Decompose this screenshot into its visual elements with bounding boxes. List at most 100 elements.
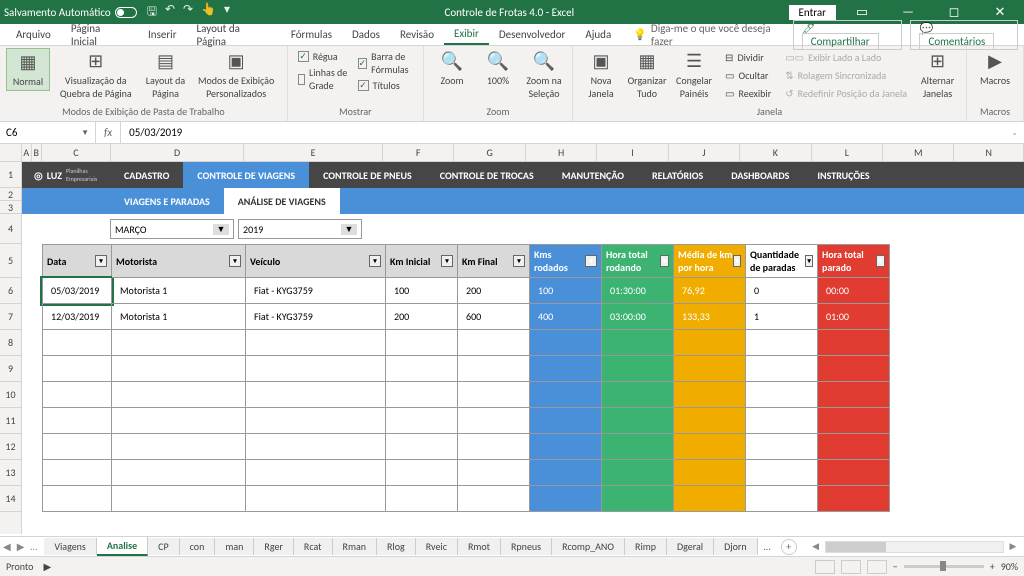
row-6[interactable]: 6 (0, 278, 21, 304)
row-9[interactable]: 9 (0, 356, 21, 382)
zoom-in-button[interactable]: + (990, 560, 995, 573)
col-L[interactable]: L (812, 144, 883, 161)
col-F[interactable]: F (383, 144, 454, 161)
zoom-selection-button[interactable]: 🔍Zoom na Seleção (522, 48, 566, 102)
cell-empty[interactable] (42, 460, 112, 486)
zoom-slider[interactable] (904, 565, 984, 568)
sheet-nav-prev[interactable]: ◀ (0, 540, 14, 553)
hdr-veiculo[interactable]: Veículo▾ (246, 244, 386, 278)
sheet-nav-next[interactable]: ▶ (14, 540, 28, 553)
nav-manutencao[interactable]: MANUTENÇÃO (548, 162, 638, 188)
redo-icon[interactable]: ↷ (183, 2, 193, 23)
cell-mot-1[interactable]: Motorista 1 (112, 304, 246, 330)
horizontal-scrollbar[interactable]: ◀▶ (805, 541, 1024, 553)
cell-med-0[interactable]: 76,92 (674, 278, 746, 304)
sheet-rmot[interactable]: Rmot (458, 538, 501, 555)
unhide-button[interactable]: ▭ Reexibir (723, 86, 773, 101)
row-7[interactable]: 7 (0, 304, 21, 330)
cell-empty[interactable] (42, 408, 112, 434)
tab-arquivo[interactable]: Arquivo (6, 25, 61, 44)
row-13[interactable]: 13 (0, 460, 21, 486)
cell-kms-1[interactable]: 400 (530, 304, 602, 330)
sheet-rveic[interactable]: Rveic (416, 538, 458, 555)
pagebreak-btn[interactable] (867, 560, 887, 574)
sheet-rimp[interactable]: Rimp (625, 538, 667, 555)
sheet-rcat[interactable]: Rcat (294, 538, 333, 555)
cell-kmf-0[interactable]: 200 (458, 278, 530, 304)
split-button[interactable]: ⊟ Dividir (723, 50, 773, 65)
fx-button[interactable]: fx (96, 122, 121, 143)
cell-empty[interactable] (42, 330, 112, 356)
col-I[interactable]: I (597, 144, 668, 161)
name-box[interactable]: C6▼ (0, 122, 96, 143)
arrange-all-button[interactable]: ▦Organizar Tudo (625, 48, 669, 102)
sheet-rlog[interactable]: Rlog (377, 538, 416, 555)
row-1[interactable]: 1 (0, 162, 21, 188)
sheet-analise[interactable]: Analise (97, 537, 148, 556)
col-K[interactable]: K (740, 144, 811, 161)
cell-empty[interactable] (42, 356, 112, 382)
tab-desenvolvedor[interactable]: Desenvolvedor (489, 25, 576, 44)
sheet-con[interactable]: con (180, 538, 216, 555)
col-J[interactable]: J (669, 144, 740, 161)
cell-vei-1[interactable]: Fiat - KYG3759 (246, 304, 386, 330)
hdr-data[interactable]: Data▾ (42, 244, 112, 278)
col-D[interactable]: D (111, 144, 244, 161)
hdr-qtd-paradas[interactable]: Quantidade de paradas▾ (746, 244, 818, 278)
signin-button[interactable]: Entrar (789, 5, 836, 20)
pagelayout-view-button[interactable]: ▤Layout da Página (141, 48, 189, 102)
sheet-rger[interactable]: Rger (254, 538, 294, 555)
nav-controle-pneus[interactable]: CONTROLE DE PNEUS (309, 162, 426, 188)
year-filter[interactable]: 2019▼ (238, 219, 362, 239)
row-14[interactable]: 14 (0, 486, 21, 512)
minimize-icon[interactable]: — (888, 5, 928, 20)
subnav-analise-viagens[interactable]: ANÁLISE DE VIAGENS (224, 188, 340, 214)
touch-mode-icon[interactable]: 👆 (201, 2, 216, 23)
tab-formulas[interactable]: Fórmulas (281, 25, 342, 44)
ruler-checkbox[interactable]: ✓Régua (298, 50, 348, 63)
nav-instrucoes[interactable]: INSTRUÇÕES (803, 162, 883, 188)
hdr-km-final[interactable]: Km Final▾ (458, 244, 530, 278)
normal-view-btn[interactable] (815, 560, 835, 574)
cell-data-0[interactable]: 05/03/2019 (42, 278, 112, 304)
tab-ajuda[interactable]: Ajuda (575, 25, 621, 44)
row-5[interactable]: 5 (0, 244, 21, 278)
hdr-kms-rodados[interactable]: Kms rodados▾ (530, 244, 602, 278)
cell-hr-1[interactable]: 03:00:00 (602, 304, 674, 330)
month-filter[interactable]: MARÇO▼ (110, 219, 234, 239)
custom-views-button[interactable]: ▣Modos de Exibição Personalizados (192, 48, 281, 102)
autosave-toggle[interactable]: Salvamento Automático (4, 6, 137, 19)
undo-icon[interactable]: ↶ (165, 2, 175, 23)
tab-inserir[interactable]: Inserir (138, 25, 187, 44)
col-M[interactable]: M (883, 144, 954, 161)
sheet-rcomp-ano[interactable]: Rcomp_ANO (552, 538, 625, 555)
nav-controle-viagens[interactable]: CONTROLE DE VIAGENS (183, 162, 309, 188)
hdr-hora-rodando[interactable]: Hora total rodando▾ (602, 244, 674, 278)
col-H[interactable]: H (526, 144, 597, 161)
sheet-viagens[interactable]: Viagens (44, 538, 97, 555)
hdr-hora-parado[interactable]: Hora total parado▾ (818, 244, 890, 278)
hide-button[interactable]: ▭ Ocultar (723, 68, 773, 83)
cell-kmi-1[interactable]: 200 (386, 304, 458, 330)
select-all-corner[interactable] (0, 144, 22, 161)
cell-empty[interactable] (42, 382, 112, 408)
switch-windows-button[interactable]: ⊞Alternar Janelas (915, 48, 960, 102)
sheet-djorn[interactable]: Djorn (714, 538, 758, 555)
toggle-switch-icon[interactable] (115, 7, 137, 18)
formula-input[interactable]: 05/03/2019 (121, 126, 1005, 139)
sheet-dgeral[interactable]: Dgeral (667, 538, 714, 555)
cell-kmi-0[interactable]: 100 (386, 278, 458, 304)
nav-controle-trocas[interactable]: CONTROLE DE TROCAS (426, 162, 548, 188)
tab-revisao[interactable]: Revisão (390, 25, 444, 44)
sheet-more[interactable]: … (758, 540, 777, 553)
row-3[interactable]: 3 (0, 201, 21, 214)
sheet-rpneus[interactable]: Rpneus (501, 538, 552, 555)
col-B[interactable]: B (32, 144, 42, 161)
tell-me-search[interactable]: 💡 Diga-me o que você deseja fazer (633, 22, 792, 48)
cell-data-1[interactable]: 12/03/2019 (42, 304, 112, 330)
save-icon[interactable]: 🖫 (147, 2, 157, 23)
formulabar-checkbox[interactable]: ✓Barra de Fórmulas (358, 50, 413, 76)
hdr-media-km[interactable]: Média de km por hora▾ (674, 244, 746, 278)
row-11[interactable]: 11 (0, 408, 21, 434)
macro-record-icon[interactable]: ▶ (43, 560, 51, 573)
